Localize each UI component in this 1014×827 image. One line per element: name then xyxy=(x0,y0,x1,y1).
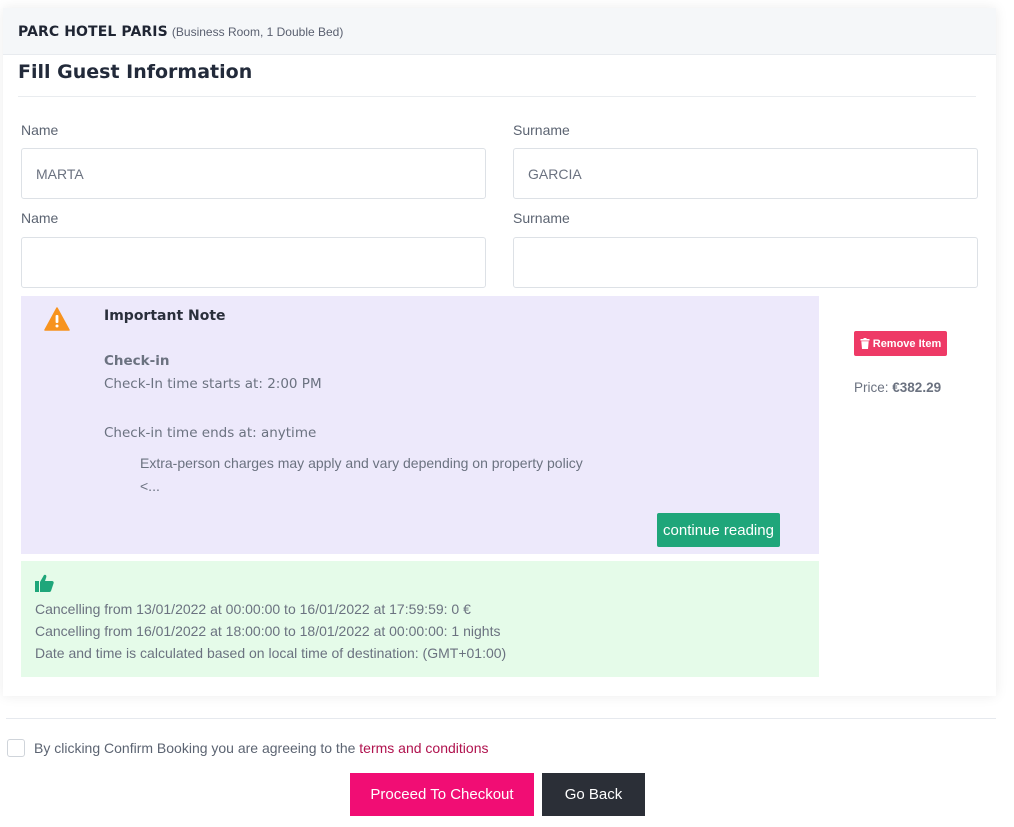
terms-text: By clicking Confirm Booking you are agre… xyxy=(34,740,488,756)
extra-person-text: Extra-person charges may apply and vary … xyxy=(140,455,583,471)
checkin-heading: Check-in xyxy=(104,353,170,369)
hotel-name: PARC HOTEL PARIS xyxy=(18,24,168,40)
policy-line-1: Cancelling from 13/01/2022 at 00:00:00 t… xyxy=(35,601,471,617)
room-description: (Business Room, 1 Double Bed) xyxy=(171,25,344,39)
guest2-surname-input[interactable] xyxy=(513,237,978,288)
terms-link[interactable]: terms and conditions xyxy=(359,740,488,756)
remove-item-button[interactable]: Remove Item xyxy=(854,331,947,356)
terms-prefix: By clicking Confirm Booking you are agre… xyxy=(34,740,356,756)
footer-divider xyxy=(6,718,996,719)
hotel-header: PARC HOTEL PARIS (Business Room, 1 Doubl… xyxy=(3,8,996,55)
guest-info-title: Fill Guest Information xyxy=(18,61,253,83)
go-back-button[interactable]: Go Back xyxy=(542,773,645,816)
thumbs-up-icon xyxy=(35,574,54,592)
price-label: Price: xyxy=(854,380,889,395)
price-value: €382.29 xyxy=(892,380,942,395)
trash-icon xyxy=(860,338,870,349)
guest2-name-label: Name xyxy=(21,210,59,226)
note-title: Important Note xyxy=(104,308,226,324)
checkin-end-text: Check-in time ends at: anytime xyxy=(104,425,317,441)
guest2-name-input[interactable] xyxy=(21,237,486,288)
warning-icon xyxy=(44,307,70,331)
guest1-name-label: Name xyxy=(21,122,59,138)
checkin-start-text: Check-In time starts at: 2:00 PM xyxy=(104,376,322,392)
guest2-surname-label: Surname xyxy=(513,210,570,226)
remove-item-label: Remove Item xyxy=(872,337,942,350)
item-price: Price: €382.29 xyxy=(854,380,941,395)
guest1-name-input[interactable]: MARTA xyxy=(21,148,486,199)
cancellation-policy-panel: Cancelling from 13/01/2022 at 00:00:00 t… xyxy=(21,561,819,677)
important-note-panel: Important Note Check-in Check-In time st… xyxy=(21,296,819,554)
divider xyxy=(18,96,976,97)
guest1-surname-label: Surname xyxy=(513,122,570,138)
policy-line-3: Date and time is calculated based on loc… xyxy=(35,645,507,661)
terms-checkbox[interactable] xyxy=(7,739,25,757)
continue-reading-button[interactable]: continue reading xyxy=(657,513,780,547)
proceed-to-checkout-button[interactable]: Proceed To Checkout xyxy=(350,773,534,816)
truncated-text: <... xyxy=(140,478,160,494)
guest1-surname-input[interactable]: GARCIA xyxy=(513,148,978,199)
policy-line-2: Cancelling from 16/01/2022 at 18:00:00 t… xyxy=(35,623,501,639)
